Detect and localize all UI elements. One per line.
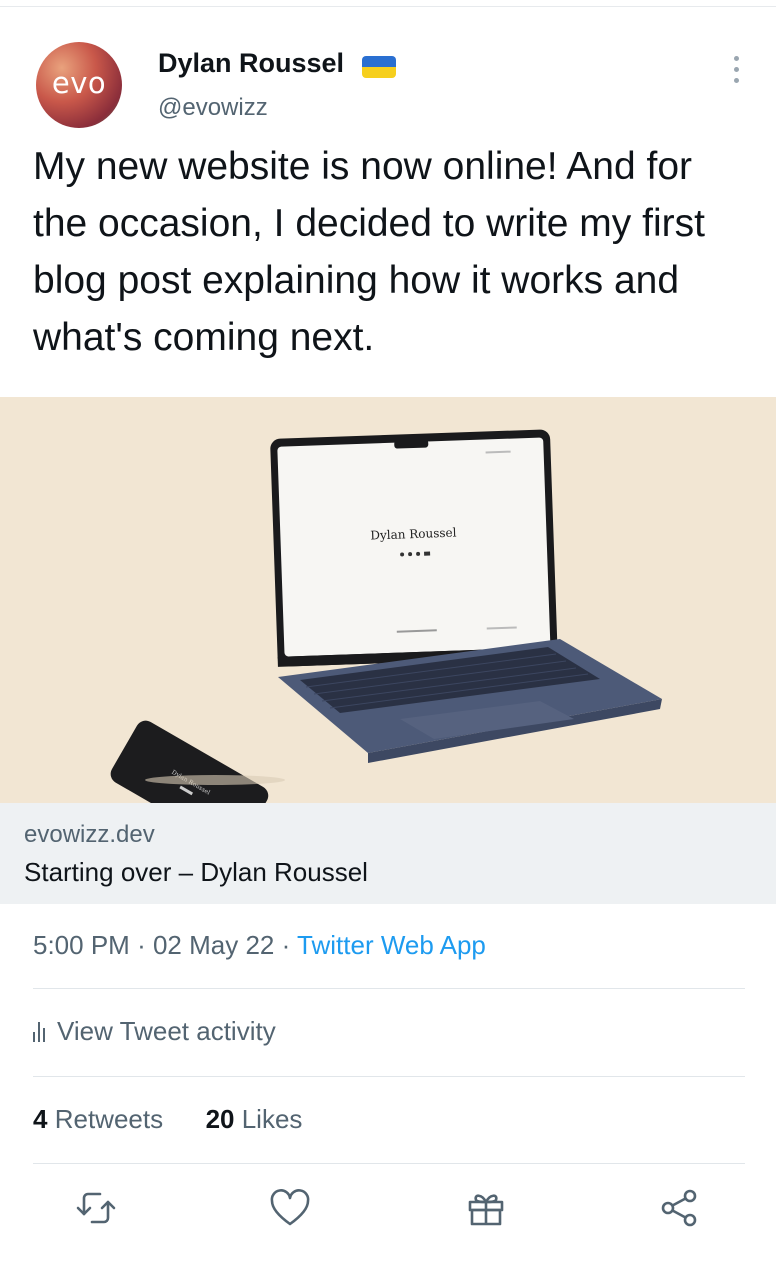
view-tweet-activity[interactable]: View Tweet activity — [33, 1016, 276, 1047]
retweets-count: 4 — [33, 1104, 48, 1134]
divider — [33, 1076, 745, 1077]
card-title: Starting over – Dylan Roussel — [24, 857, 368, 887]
gift-icon[interactable] — [462, 1184, 510, 1232]
retweets-label: Retweets — [54, 1104, 164, 1134]
link-card-image[interactable]: Dylan Roussel Dylan Roussel — [0, 397, 776, 803]
activity-label: View Tweet activity — [57, 1016, 276, 1046]
laptop-and-phone-illustration: Dylan Roussel Dylan Roussel — [110, 429, 662, 803]
more-options-icon[interactable] — [724, 56, 748, 86]
likes-label: Likes — [241, 1104, 303, 1134]
divider — [33, 1163, 745, 1164]
top-divider — [0, 6, 776, 7]
author-name[interactable]: Dylan Roussel — [158, 48, 344, 79]
separator: · — [137, 930, 146, 960]
separator: · — [281, 930, 291, 960]
avatar[interactable]: evo — [36, 42, 122, 128]
like-icon[interactable] — [266, 1184, 314, 1232]
avatar-text: evo — [51, 66, 107, 100]
tweet-text: My new website is now online! And for th… — [33, 145, 705, 359]
tweet-time[interactable]: 5:00 PM — [33, 930, 130, 960]
share-icon[interactable] — [656, 1184, 704, 1232]
tweet-date[interactable]: 02 May 22 — [153, 930, 274, 960]
likes-count: 20 — [205, 1104, 235, 1134]
tweet-actions — [0, 1184, 776, 1244]
analytics-icon — [33, 1021, 45, 1042]
ukraine-flag-icon — [362, 56, 396, 78]
engagement-stats: 4 Retweets 20 Likes — [33, 1104, 302, 1135]
retweets-stat[interactable]: 4 Retweets — [33, 1104, 163, 1134]
divider — [33, 988, 745, 989]
tweet-meta: 5:00 PM · 02 May 22 · Twitter Web App — [33, 930, 486, 961]
link-card-info[interactable]: evowizz.dev Starting over – Dylan Rousse… — [0, 803, 776, 904]
tweet-source[interactable]: Twitter Web App — [297, 930, 486, 960]
author-handle[interactable]: @evowizz — [158, 94, 268, 122]
likes-stat[interactable]: 20 Likes — [206, 1104, 303, 1134]
retweet-icon[interactable] — [72, 1184, 120, 1232]
card-domain: evowizz.dev — [24, 821, 155, 848]
